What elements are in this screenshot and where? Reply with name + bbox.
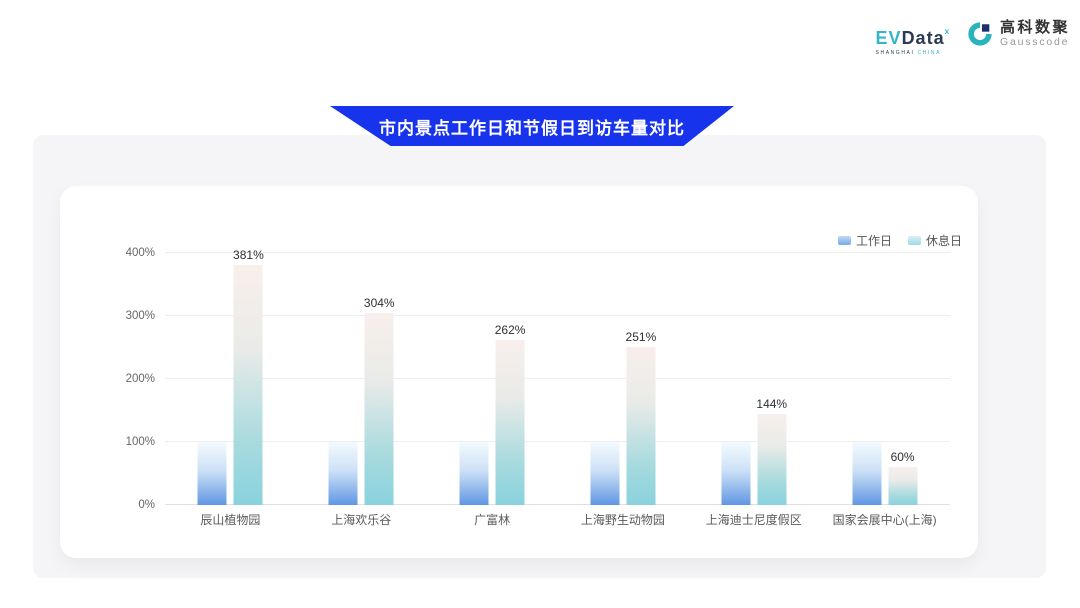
gausscode-name-cn: 高科数聚 — [1000, 20, 1070, 36]
y-tick-label: 300% — [126, 310, 155, 322]
bar-工作日-上海迪士尼度假区 — [721, 442, 750, 505]
evdata-logo: EVDataˣ SHANGHAI CHINA — [876, 20, 950, 56]
x-category-label: 上海野生动物园 — [581, 511, 665, 528]
gridline — [165, 315, 950, 316]
value-label: 262% — [495, 323, 526, 337]
value-label: 381% — [233, 248, 264, 262]
legend-item-工作日[interactable]: 工作日 — [838, 232, 892, 249]
evdata-tagline-right: CHINA — [917, 50, 941, 56]
value-label: 60% — [891, 450, 915, 464]
legend-label: 休息日 — [926, 232, 962, 249]
bar-工作日-上海欢乐谷 — [329, 442, 358, 505]
legend-swatch-icon — [908, 236, 921, 245]
bar-group-辰山植物园: 381% — [198, 253, 263, 505]
bar-group-广富林: 262% — [460, 253, 525, 505]
legend-label: 工作日 — [856, 232, 892, 249]
gausscode-g-icon — [966, 20, 994, 48]
evdata-tagline-left: SHANGHAI — [876, 50, 915, 56]
y-tick-label: 200% — [126, 373, 155, 385]
x-category-label: 上海迪士尼度假区 — [706, 511, 802, 528]
x-axis-line — [165, 504, 950, 505]
bar-group-上海欢乐谷: 304% — [329, 253, 394, 505]
y-tick-label: 0% — [138, 499, 155, 511]
header-logos: EVDataˣ SHANGHAI CHINA 高科数聚 Gausscode — [876, 20, 1070, 56]
gausscode-text: 高科数聚 Gausscode — [1000, 20, 1070, 48]
x-category-label: 广富林 — [474, 511, 510, 528]
gridline — [165, 378, 950, 379]
evdata-x-icon: ˣ — [945, 26, 950, 40]
x-category-label: 国家会展中心(上海) — [833, 511, 937, 528]
x-category-label: 辰山植物园 — [200, 511, 260, 528]
x-axis-labels: 辰山植物园 上海欢乐谷 广富林 上海野生动物园 上海迪士尼度假区 国家会展中心(上海) — [165, 511, 950, 527]
value-label: 251% — [626, 330, 657, 344]
gridline — [165, 441, 950, 442]
gausscode-name-en: Gausscode — [1000, 36, 1070, 48]
title-banner: 市内景点工作日和节假日到访车量对比 — [330, 106, 734, 146]
chart-card: 工作日 休息日 0% 100% 200% 300% 400% 381% 304% 262% 25… — [60, 186, 978, 558]
evdata-ev-text: EV — [876, 28, 902, 48]
bar-group-上海野生动物园: 251% — [590, 253, 655, 505]
bar-休息日-辰山植物园: 381% — [234, 265, 263, 505]
bar-休息日-国家会展中心(上海): 60% — [888, 467, 917, 505]
evdata-tagline: SHANGHAI CHINA — [876, 50, 941, 56]
x-category-label: 上海欢乐谷 — [331, 511, 391, 528]
evdata-data-text: Data — [902, 28, 945, 48]
legend-item-休息日[interactable]: 休息日 — [908, 232, 962, 249]
gridline — [165, 252, 950, 253]
y-tick-label: 400% — [126, 247, 155, 259]
plot-area: 381% 304% 262% 251% 144% 60% — [165, 253, 950, 505]
bar-休息日-上海迪士尼度假区: 144% — [757, 414, 786, 505]
bar-工作日-国家会展中心(上海) — [852, 442, 881, 505]
bar-group-上海迪士尼度假区: 144% — [721, 253, 786, 505]
bar-工作日-广富林 — [460, 442, 489, 505]
bar-group-国家会展中心(上海): 60% — [852, 253, 917, 505]
bar-休息日-上海欢乐谷: 304% — [365, 313, 394, 505]
chart-legend: 工作日 休息日 — [838, 232, 962, 249]
bar-工作日-上海野生动物园 — [590, 442, 619, 505]
value-label: 144% — [756, 397, 787, 411]
bar-休息日-上海野生动物园: 251% — [626, 347, 655, 505]
page-title: 市内景点工作日和节假日到访车量对比 — [379, 114, 685, 139]
evdata-wordmark: EVDataˣ — [876, 24, 950, 47]
legend-swatch-icon — [838, 236, 851, 245]
y-tick-label: 100% — [126, 436, 155, 448]
bar-工作日-辰山植物园 — [198, 442, 227, 505]
value-label: 304% — [364, 296, 395, 310]
bar-休息日-广富林: 262% — [496, 340, 525, 505]
gausscode-logo: 高科数聚 Gausscode — [966, 20, 1070, 48]
y-axis-ticks: 0%100%200%300%400% — [60, 253, 155, 505]
